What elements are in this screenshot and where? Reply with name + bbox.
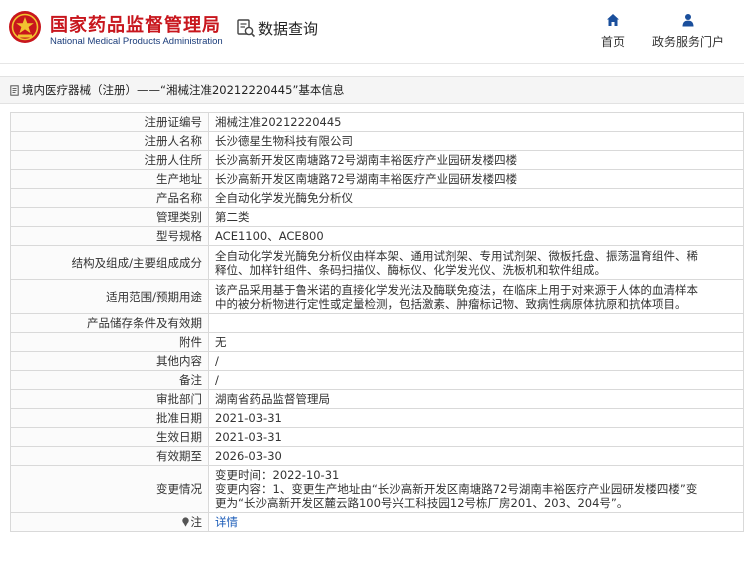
site-name[interactable]: 国家药品监督管理局 (50, 11, 221, 37)
table-row: 产品名称 全自动化学发光酶免分析仪 (10, 188, 744, 208)
table-row: 结构及组成/主要组成成分 全自动化学发光酶免分析仪由样本架、通用试剂架、专用试剂… (10, 245, 744, 280)
field-value: 长沙高新开发区南塘路72号湖南丰裕医疗产业园研发楼四楼 (208, 150, 744, 170)
field-value: / (208, 351, 744, 371)
field-label: 产品储存条件及有效期 (10, 313, 209, 333)
field-label: 附件 (10, 332, 209, 352)
user-icon (682, 14, 694, 27)
field-label: 其他内容 (10, 351, 209, 371)
field-value (208, 313, 744, 333)
table-row: 附件 无 (10, 332, 744, 352)
field-value: ACE1100、ACE800 (208, 226, 744, 246)
table-row: 管理类别 第二类 (10, 207, 744, 227)
table-row: 产品储存条件及有效期 (10, 313, 744, 333)
field-label: 生产地址 (10, 169, 209, 189)
field-label: 注册证编号 (10, 112, 209, 132)
field-label: 注册人住所 (10, 150, 209, 170)
field-value: 长沙高新开发区南塘路72号湖南丰裕医疗产业园研发楼四楼 (208, 169, 744, 189)
table-row: 生效日期 2021-03-31 (10, 427, 744, 447)
table-row: 有效期至 2026-03-30 (10, 446, 744, 466)
field-value: 该产品采用基于鲁米诺的直接化学发光法及酶联免疫法，在临床上用于对来源于人体的血清… (208, 279, 744, 314)
nav-home-label: 首页 (600, 35, 625, 49)
field-label: 生效日期 (10, 427, 209, 447)
table-row: 变更情况 变更时间：2022-10-31 变更内容：1、变更生产地址由“长沙高新… (10, 465, 744, 513)
value-line: 释位、加样针组件、条码扫描仪、酶标仪、化学发光仪、洗板机和软件组成。 (215, 262, 606, 277)
field-label: 结构及组成/主要组成成分 (10, 245, 209, 280)
document-icon (10, 84, 19, 96)
nav-home[interactable]: 首页 (598, 13, 628, 50)
field-label: 批准日期 (10, 408, 209, 428)
field-label-text: 注 (190, 515, 203, 529)
field-label: 产品名称 (10, 188, 209, 208)
field-value: 2021-03-31 (208, 408, 744, 428)
field-value: 全自动化学发光酶免分析仪由样本架、通用试剂架、专用试剂架、微板托盘、振荡温育组件… (208, 245, 744, 280)
field-value: 第二类 (208, 207, 744, 227)
field-label: 审批部门 (10, 389, 209, 409)
field-label: 管理类别 (10, 207, 209, 227)
nav-gov-service-label: 政务服务门户 (651, 35, 724, 49)
field-value: 2021-03-31 (208, 427, 744, 447)
field-label: 适用范围/预期用途 (10, 279, 209, 314)
value-line: 全自动化学发光酶免分析仪由样本架、通用试剂架、专用试剂架、微板托盘、振荡温育组件… (215, 248, 698, 263)
field-value: 无 (208, 332, 744, 352)
table-row: 生产地址 长沙高新开发区南塘路72号湖南丰裕医疗产业园研发楼四楼 (10, 169, 744, 189)
table-row: 型号规格 ACE1100、ACE800 (10, 226, 744, 246)
site-subtitle: National Medical Products Administration (50, 36, 223, 47)
table-row: 注册人住所 长沙高新开发区南塘路72号湖南丰裕医疗产业园研发楼四楼 (10, 150, 744, 170)
field-label: 型号规格 (10, 226, 209, 246)
field-label: 有效期至 (10, 446, 209, 466)
breadcrumb-text: 境内医疗器械（注册）——“湘械注准20212220445”基本信息 (22, 83, 345, 97)
table-row: 备注 / (10, 370, 744, 390)
value-line: 变更内容：1、变更生产地址由“长沙高新开发区南塘路72号湖南丰裕医疗产业园研发楼… (215, 482, 698, 496)
field-label: 注册人名称 (10, 131, 209, 151)
table-row: 其他内容 / (10, 351, 744, 371)
field-value: 湘械注准20212220445 (208, 112, 744, 132)
registration-detail-table: 注册证编号 湘械注准20212220445 注册人名称 长沙德星生物科技有限公司… (10, 112, 744, 532)
field-label: 备注 (10, 370, 209, 390)
data-query-icon (237, 19, 256, 38)
emblem-icon[interactable] (8, 10, 42, 44)
field-value: 变更时间：2022-10-31 变更内容：1、变更生产地址由“长沙高新开发区南塘… (208, 465, 744, 513)
home-icon (607, 14, 619, 26)
table-row: 审批部门 湖南省药品监督管理局 (10, 389, 744, 409)
table-row: 注册人名称 长沙德星生物科技有限公司 (10, 131, 744, 151)
site-header: 国家药品监督管理局 National Medical Products Admi… (0, 0, 744, 64)
table-row: 注 详情 (10, 512, 744, 532)
value-line: 中的被分析物进行定性或定量检测，包括激素、肿瘤标记物、致病性病原体抗原和抗体项目… (215, 296, 687, 311)
table-row: 适用范围/预期用途 该产品采用基于鲁米诺的直接化学发光法及酶联免疫法，在临床上用… (10, 279, 744, 314)
details-link[interactable]: 详情 (208, 512, 744, 532)
data-query-label: 数据查询 (258, 19, 319, 38)
field-value: / (208, 370, 744, 390)
field-label: 变更情况 (10, 465, 209, 513)
nav-gov-service[interactable]: 政务服务门户 (650, 13, 726, 50)
table-row: 注册证编号 湘械注准20212220445 (10, 112, 744, 132)
value-line: 变更时间：2022-10-31 (215, 468, 340, 482)
value-line: 更为“长沙高新开发区麓云路100号兴工科技园12号栋厂房201、203、204号… (215, 496, 629, 510)
field-value: 2026-03-30 (208, 446, 744, 466)
breadcrumb: 境内医疗器械（注册）——“湘械注准20212220445”基本信息 (0, 76, 744, 104)
value-line: 该产品采用基于鲁米诺的直接化学发光法及酶联免疫法，在临床上用于对来源于人体的血清… (215, 282, 698, 297)
pin-icon (181, 517, 189, 527)
field-value: 全自动化学发光酶免分析仪 (208, 188, 744, 208)
table-row: 批准日期 2021-03-31 (10, 408, 744, 428)
field-value: 湖南省药品监督管理局 (208, 389, 744, 409)
data-query-link[interactable]: 数据查询 (236, 17, 318, 39)
field-label-note: 注 (10, 512, 209, 532)
field-value: 长沙德星生物科技有限公司 (208, 131, 744, 151)
